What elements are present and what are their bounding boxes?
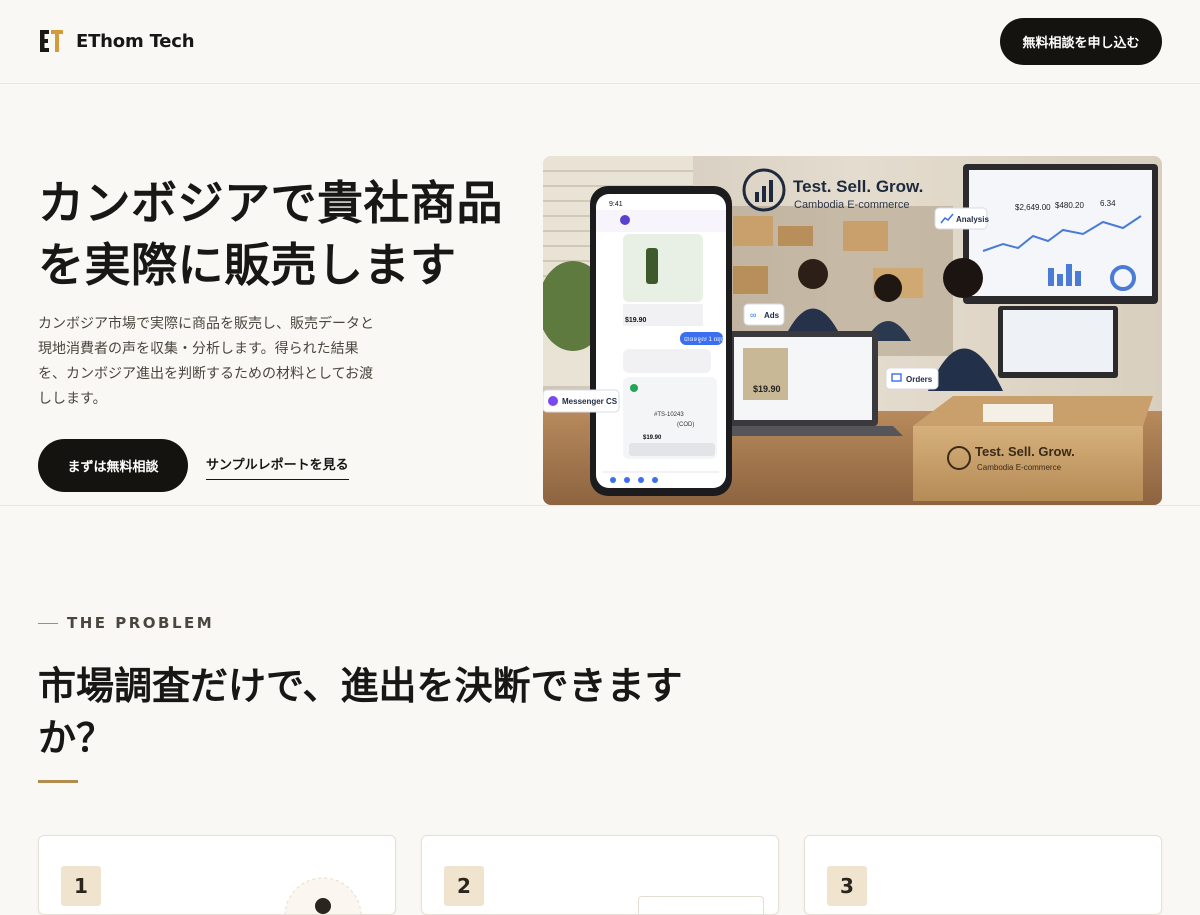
phone-time: 9:41 bbox=[609, 201, 623, 208]
et-logo-icon bbox=[40, 30, 63, 52]
problem-title: 市場調査だけで、進出を決断できますか？ bbox=[38, 664, 683, 760]
phone-cod: (COD) bbox=[677, 422, 694, 428]
section-eyebrow: THE PROBLEM bbox=[38, 614, 214, 632]
svg-text:Orders: Orders bbox=[906, 375, 933, 384]
hero-image: Test. Sell. Grow. Cambodia E-commerce $2… bbox=[543, 156, 1162, 505]
card-number: 1 bbox=[61, 866, 101, 906]
phone-reply: បានទទួល 1 ឈុត bbox=[684, 337, 725, 343]
laptop-price: $19.90 bbox=[753, 384, 781, 394]
analysis-tag: Analysis bbox=[934, 207, 989, 230]
title-accent-bar bbox=[38, 780, 78, 783]
eyebrow-text: THE PROBLEM bbox=[67, 614, 215, 632]
box-subtitle: Cambodia E-commerce bbox=[977, 463, 1062, 472]
problem-card-2: 2 bbox=[421, 835, 779, 915]
free-consult-button[interactable]: まずは無料相談 bbox=[38, 439, 188, 492]
sample-report-link[interactable]: サンプルレポートを見る bbox=[206, 454, 349, 480]
phone-price: $19.90 bbox=[625, 317, 647, 324]
brand-name: EThom Tech bbox=[76, 30, 195, 52]
svg-text:∞: ∞ bbox=[750, 310, 756, 320]
orders-tag: Orders bbox=[885, 367, 939, 390]
hero-description: カンボジア市場で実際に商品を販売し、販売データと現地消費者の声を収集・分析します… bbox=[38, 316, 374, 407]
phone-total: $19.90 bbox=[643, 435, 662, 441]
card-number: 3 bbox=[827, 866, 867, 906]
problem-card-1: 1 bbox=[38, 835, 396, 915]
site-header: EThom Tech 無料相談を申し込む bbox=[0, 0, 1200, 84]
wall-sign-subtitle: Cambodia E-commerce bbox=[794, 199, 910, 211]
monitor-value-3: 6.34 bbox=[1100, 199, 1116, 208]
card-1-illustration bbox=[284, 877, 362, 914]
brand-logo[interactable]: EThom Tech bbox=[38, 28, 195, 54]
problem-card-3: 3 bbox=[804, 835, 1162, 915]
card-2-illustration bbox=[638, 896, 764, 914]
hero-title: カンボジアで貴社商品を実際に販売します bbox=[38, 176, 503, 292]
wall-sign-title: Test. Sell. Grow. bbox=[793, 177, 923, 196]
messenger-tag: Messenger CS bbox=[543, 389, 620, 413]
box-title: Test. Sell. Grow. bbox=[975, 444, 1075, 459]
eyebrow-line bbox=[38, 622, 58, 624]
hero-divider bbox=[0, 505, 1200, 506]
phone-order-id: #TS-10243 bbox=[654, 412, 684, 418]
monitor-value-2: $480.20 bbox=[1055, 201, 1084, 210]
monitor-value-1: $2,649.00 bbox=[1015, 203, 1051, 212]
svg-text:Messenger CS: Messenger CS bbox=[562, 397, 618, 406]
ads-tag: ∞ Ads bbox=[743, 303, 785, 326]
svg-text:Ads: Ads bbox=[764, 311, 780, 320]
header-consult-button[interactable]: 無料相談を申し込む bbox=[1000, 18, 1162, 65]
svg-text:Analysis: Analysis bbox=[956, 215, 989, 224]
card-number: 2 bbox=[444, 866, 484, 906]
